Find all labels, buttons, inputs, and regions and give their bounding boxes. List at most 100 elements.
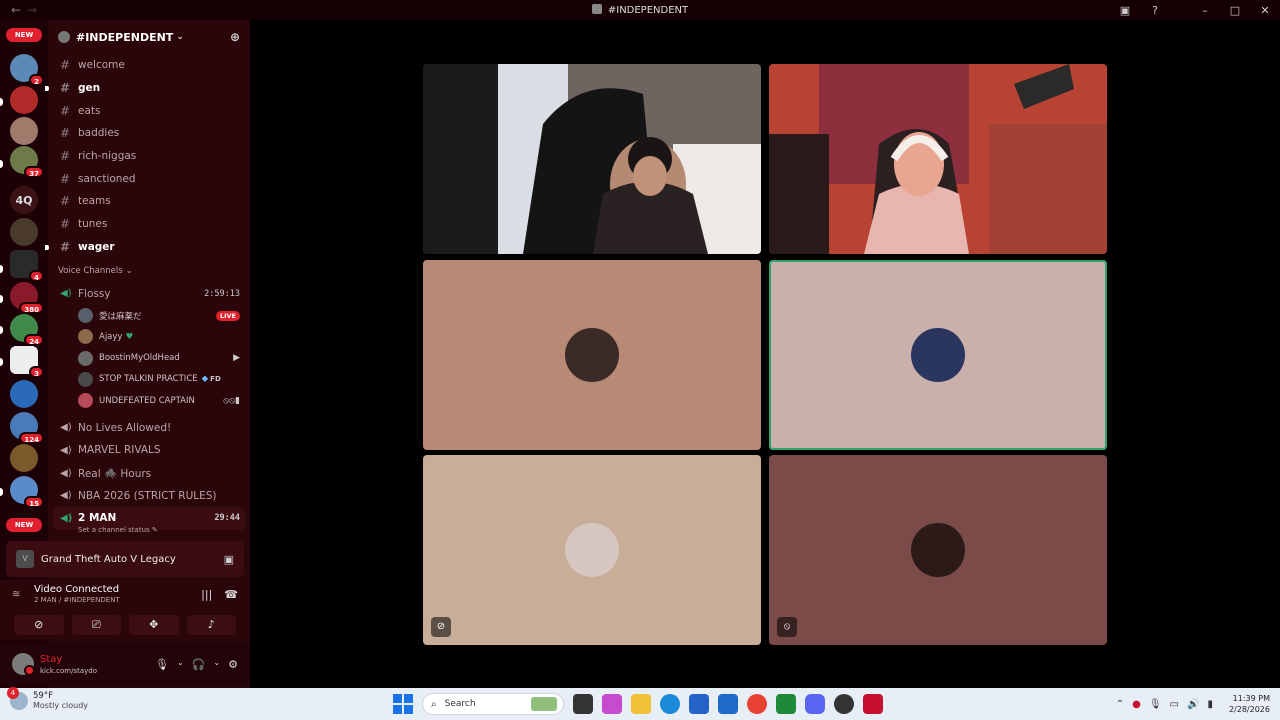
soundboard-button[interactable]: ♪ bbox=[186, 615, 236, 635]
activity-panel[interactable]: V Grand Theft Auto V Legacy ▣ bbox=[6, 541, 244, 577]
file-explorer-icon[interactable] bbox=[631, 694, 651, 714]
windows-start-icon[interactable] bbox=[393, 694, 413, 714]
video-tile-avatar[interactable]: ⊘ bbox=[423, 455, 761, 645]
invite-people-icon[interactable]: ⊕ bbox=[230, 30, 240, 44]
chevron-down-icon[interactable]: ⌄ bbox=[213, 658, 220, 671]
clock[interactable]: 11:39 PM 2/28/2026 bbox=[1229, 693, 1270, 715]
voice-user[interactable]: Ajayy ♥ bbox=[48, 326, 250, 347]
camera-feed bbox=[769, 64, 1107, 254]
channel-status-text: Set a channel status bbox=[78, 525, 150, 534]
voice-user[interactable]: STOP TALKIN PRACTICE ◆ FD bbox=[48, 369, 250, 390]
video-tile-avatar[interactable]: ⦸ bbox=[769, 455, 1107, 645]
activities-button[interactable]: ✥ bbox=[129, 615, 179, 635]
inbox-icon[interactable]: ▣ bbox=[1110, 4, 1140, 17]
voice-user[interactable]: UNDEFEATED CAPTAIN ⦸⦸▮ bbox=[48, 390, 250, 411]
help-icon[interactable]: ? bbox=[1140, 4, 1170, 17]
server-header[interactable]: #INDEPENDENT ⌄ ⊕ bbox=[48, 20, 250, 54]
channel-status[interactable]: Set a channel status ✎ bbox=[48, 526, 250, 536]
voice-channel-nba[interactable]: ◀) NBA 2026 (STRICT RULES) bbox=[48, 484, 250, 507]
video-tile-camera[interactable] bbox=[423, 64, 761, 254]
hash-icon: # bbox=[60, 126, 71, 141]
server-icon[interactable]: 37 bbox=[10, 146, 44, 178]
avatar[interactable] bbox=[12, 653, 35, 676]
channel-tunes[interactable]: # tunes bbox=[48, 213, 250, 236]
voice-channel-flossy[interactable]: ◀) Flossy 2:59:13 bbox=[48, 282, 250, 305]
server-icon[interactable]: 3 bbox=[10, 346, 44, 378]
tray-app-icon[interactable]: ● bbox=[1132, 699, 1141, 710]
server-icon[interactable]: 380 bbox=[10, 282, 44, 314]
speaker-icon[interactable]: 🔊 bbox=[1187, 699, 1199, 710]
server-icon[interactable] bbox=[10, 380, 38, 408]
battery-icon[interactable]: ▮ bbox=[1207, 699, 1213, 710]
chevron-up-icon[interactable]: ⌃ bbox=[1116, 699, 1124, 710]
edge-icon[interactable] bbox=[660, 694, 680, 714]
channel-rich-niggas[interactable]: # rich-niggas bbox=[48, 145, 250, 168]
chevron-down-icon[interactable]: ⌄ bbox=[177, 658, 184, 671]
task-view-icon[interactable] bbox=[573, 694, 593, 714]
hash-icon: # bbox=[60, 217, 71, 232]
hash-icon: # bbox=[60, 194, 71, 209]
voice-user[interactable]: 愛は麻薬だ LIVE bbox=[48, 305, 250, 326]
signal-icon[interactable]: ≋ bbox=[12, 589, 34, 600]
server-icon[interactable]: 24 bbox=[10, 314, 44, 346]
app-icon[interactable] bbox=[863, 694, 883, 714]
share-screen-button[interactable]: ⎚ bbox=[71, 615, 121, 635]
minimize-icon[interactable]: – bbox=[1190, 4, 1220, 17]
new-pill-bottom[interactable]: NEW bbox=[6, 518, 42, 532]
chrome-icon[interactable] bbox=[747, 694, 767, 714]
server-icon[interactable] bbox=[10, 218, 38, 246]
store-icon[interactable] bbox=[689, 694, 709, 714]
voice-channel-marvel-rivals[interactable]: ◀) MARVEL RIVALS bbox=[48, 439, 250, 462]
forward-arrow-icon[interactable]: → bbox=[24, 3, 40, 17]
server-icon[interactable]: 2 bbox=[10, 54, 44, 86]
user-info[interactable]: Stay kick.com/staydo bbox=[40, 654, 97, 675]
channel-teams[interactable]: # teams bbox=[48, 190, 250, 213]
video-tile-camera[interactable] bbox=[769, 64, 1107, 254]
voice-channel-no-lives[interactable]: ◀) No Lives Allowed! bbox=[48, 416, 250, 439]
camera-off-button[interactable]: ⊘ bbox=[14, 615, 64, 635]
search-placeholder: Search bbox=[444, 699, 476, 709]
server-icon[interactable]: 15 bbox=[10, 476, 44, 508]
headphones-icon[interactable]: 🎧 bbox=[192, 658, 206, 671]
network-icon[interactable]: ▭ bbox=[1170, 699, 1179, 710]
stream-game-icon[interactable]: ▣ bbox=[224, 553, 234, 566]
channel-welcome[interactable]: # welcome bbox=[48, 54, 250, 77]
outlook-icon[interactable] bbox=[718, 694, 738, 714]
obs-icon[interactable] bbox=[834, 694, 854, 714]
voice-category[interactable]: Voice Channels ⌄ bbox=[48, 260, 250, 282]
microphone-icon[interactable]: 🎙 bbox=[155, 658, 169, 671]
channel-label: teams bbox=[78, 195, 111, 208]
server-icon[interactable] bbox=[10, 444, 38, 472]
video-tile-avatar-speaking[interactable] bbox=[769, 260, 1107, 450]
voice-user[interactable]: BoostinMyOldHead ▶ bbox=[48, 347, 250, 368]
voice-channel-real-hours[interactable]: ◀) Real 🕷️ Hours bbox=[48, 462, 250, 485]
channel-gen[interactable]: # gen bbox=[45, 77, 250, 100]
microphone-icon[interactable]: 🎙 bbox=[1149, 699, 1162, 710]
weather-widget[interactable]: 4 59°F Mostly cloudy bbox=[7, 686, 88, 710]
disconnect-icon[interactable]: ☎ bbox=[224, 588, 238, 601]
maximize-icon[interactable]: □ bbox=[1220, 4, 1250, 17]
channel-eats[interactable]: # eats bbox=[48, 99, 250, 122]
noise-suppression-icon[interactable]: ||| bbox=[201, 588, 212, 601]
copilot-icon[interactable] bbox=[602, 694, 622, 714]
channel-baddies[interactable]: # baddies bbox=[48, 122, 250, 145]
channel-wager[interactable]: # wager bbox=[45, 236, 250, 259]
server-icon[interactable]: 124 bbox=[10, 412, 44, 444]
gamepass-icon[interactable] bbox=[776, 694, 796, 714]
voice-status[interactable]: Video Connected bbox=[34, 584, 120, 595]
server-icon[interactable] bbox=[10, 117, 38, 145]
settings-gear-icon[interactable]: ⚙ bbox=[228, 658, 238, 671]
taskbar-search[interactable]: ⌕ Search bbox=[422, 693, 564, 715]
discord-icon[interactable] bbox=[805, 694, 825, 714]
new-pill-top[interactable]: NEW bbox=[6, 28, 42, 42]
voice-user-name: STOP TALKIN PRACTICE bbox=[99, 374, 198, 385]
close-icon[interactable]: ✕ bbox=[1250, 4, 1280, 17]
search-highlight-icon bbox=[531, 697, 557, 711]
server-icon[interactable] bbox=[10, 86, 38, 114]
video-tile-avatar[interactable] bbox=[423, 260, 761, 450]
back-arrow-icon[interactable]: ← bbox=[8, 3, 24, 17]
participant-avatar bbox=[565, 523, 619, 577]
server-icon[interactable]: 4Q bbox=[10, 186, 38, 214]
channel-sanctioned[interactable]: # sanctioned bbox=[48, 167, 250, 190]
server-icon[interactable]: 4 bbox=[10, 250, 44, 282]
